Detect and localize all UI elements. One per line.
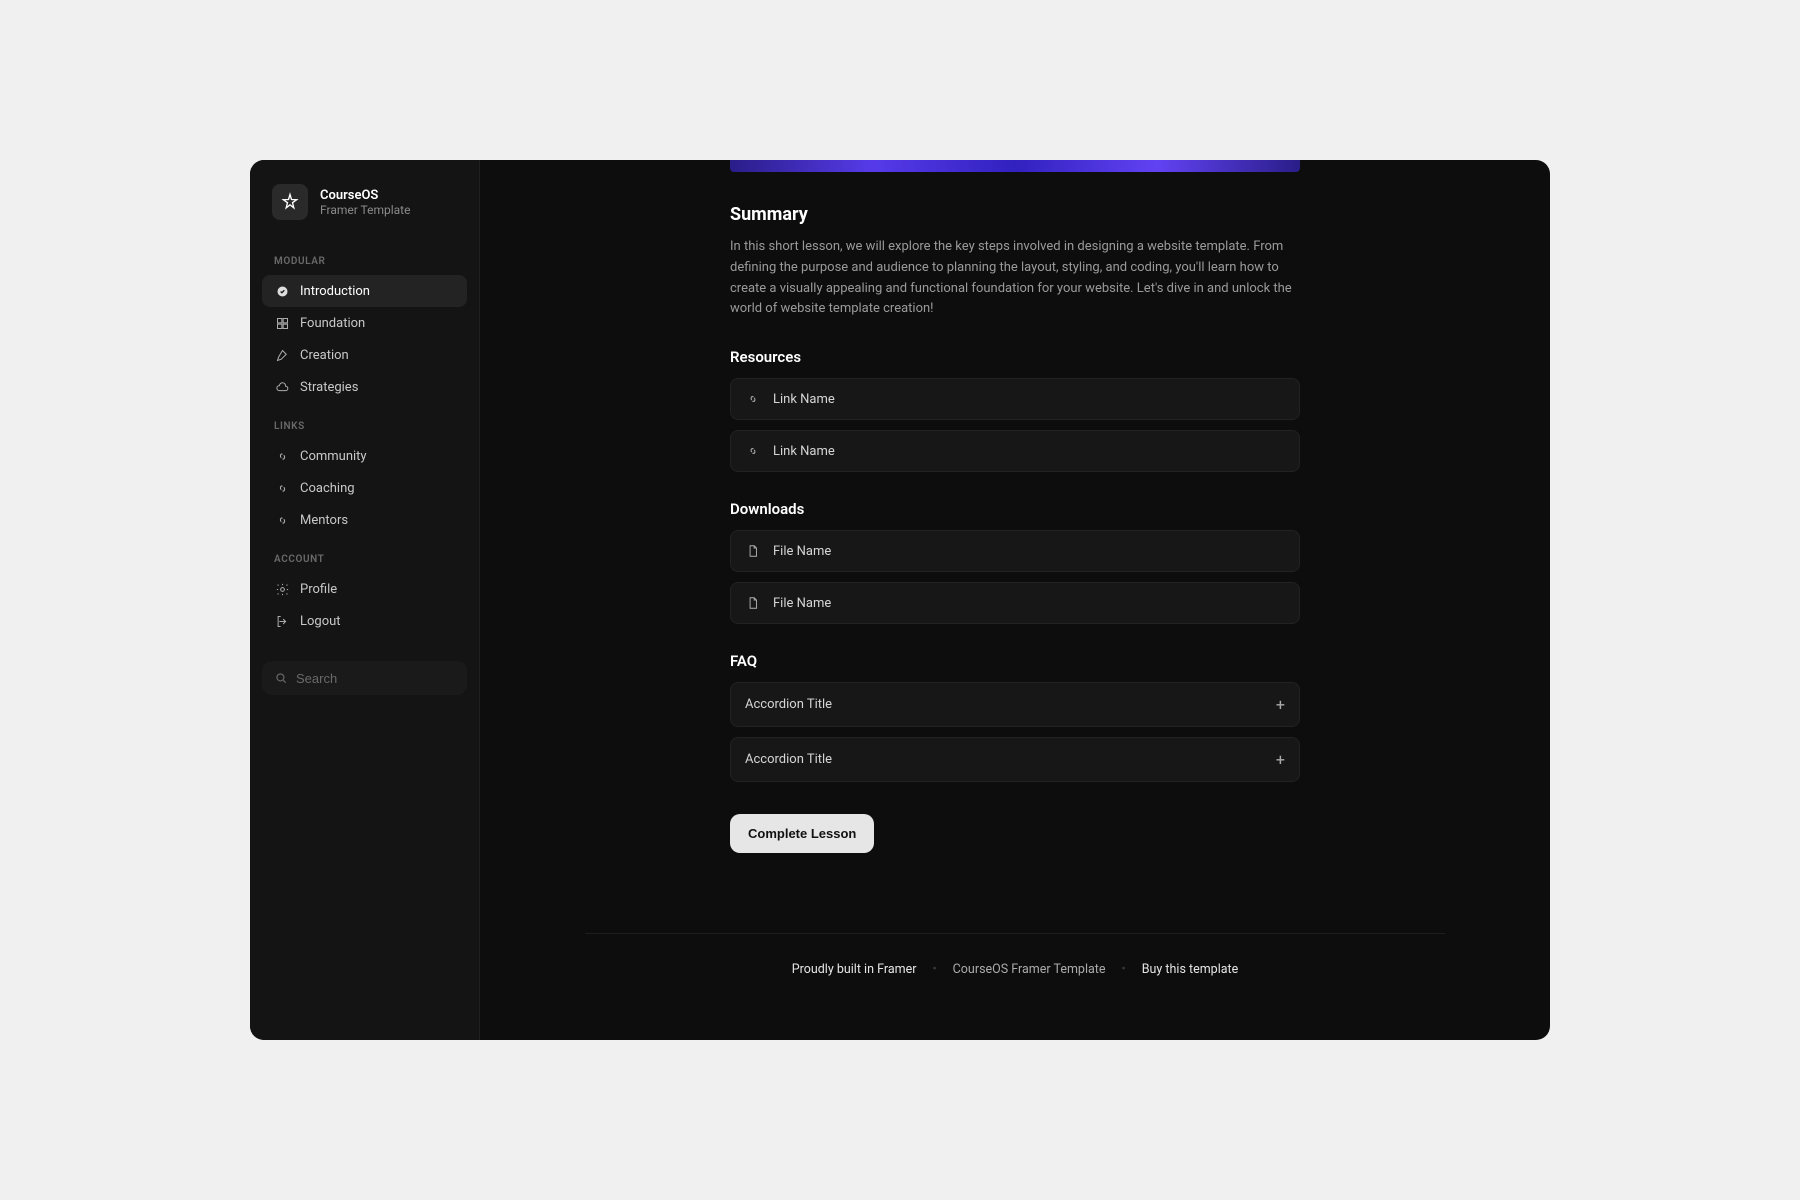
link-icon [274,512,290,528]
brand: CourseOS Framer Template [262,184,467,238]
check-circle-icon [274,283,290,299]
footer-built-link[interactable]: Proudly built in Framer [792,962,917,977]
search-input[interactable] [296,671,472,686]
summary-heading: Summary [730,204,1300,225]
sidebar: CourseOS Framer Template MODULAR Introdu… [250,160,480,1040]
lesson-content: Summary In this short lesson, we will ex… [730,172,1300,853]
download-file[interactable]: File Name [730,530,1300,572]
sidebar-item-label: Coaching [300,481,355,496]
cloud-icon [274,379,290,395]
download-label: File Name [773,544,831,559]
sidebar-item-creation[interactable]: Creation [262,339,467,371]
sidebar-item-label: Creation [300,348,349,363]
link-icon [274,480,290,496]
footer-separator: • [1122,962,1126,977]
sidebar-item-community[interactable]: Community [262,440,467,472]
file-icon [745,543,761,559]
faq-accordion[interactable]: Accordion Title + [730,737,1300,782]
section-label-links: LINKS [262,403,467,440]
sidebar-item-coaching[interactable]: Coaching [262,472,467,504]
resource-label: Link Name [773,392,835,407]
search-box[interactable] [262,661,467,695]
resources-heading: Resources [730,348,1300,366]
summary-body: In this short lesson, we will explore th… [730,237,1300,320]
plus-icon: + [1276,750,1285,769]
faq-label: Accordion Title [745,697,832,712]
download-file[interactable]: File Name [730,582,1300,624]
link-icon [274,448,290,464]
file-icon [745,595,761,611]
footer-separator: • [932,962,936,977]
sidebar-item-label: Strategies [300,380,358,395]
brand-logo-icon [272,184,308,220]
faq-heading: FAQ [730,652,1300,670]
faq-label: Accordion Title [745,752,832,767]
footer: Proudly built in Framer • CourseOS Frame… [585,933,1445,997]
main: Summary In this short lesson, we will ex… [480,160,1550,1040]
resource-link[interactable]: Link Name [730,430,1300,472]
grid-icon [274,315,290,331]
download-label: File Name [773,596,831,611]
sidebar-item-logout[interactable]: Logout [262,605,467,637]
sidebar-item-introduction[interactable]: Introduction [262,275,467,307]
faq-accordion[interactable]: Accordion Title + [730,682,1300,727]
brand-title: CourseOS [320,188,410,203]
sidebar-item-profile[interactable]: Profile [262,573,467,605]
hero-image [730,160,1300,172]
gear-icon [274,581,290,597]
section-label-account: ACCOUNT [262,536,467,573]
link-icon [745,391,761,407]
resource-link[interactable]: Link Name [730,378,1300,420]
footer-template-link[interactable]: CourseOS Framer Template [953,962,1106,977]
plus-icon: + [1276,695,1285,714]
sidebar-item-label: Introduction [300,284,370,299]
brand-subtitle: Framer Template [320,203,410,217]
sidebar-item-label: Logout [300,614,341,629]
section-label-modular: MODULAR [262,238,467,275]
sidebar-item-label: Profile [300,582,337,597]
logout-icon [274,613,290,629]
link-icon [745,443,761,459]
complete-lesson-button[interactable]: Complete Lesson [730,814,874,853]
footer-buy-link[interactable]: Buy this template [1142,962,1239,977]
sidebar-item-mentors[interactable]: Mentors [262,504,467,536]
resource-label: Link Name [773,444,835,459]
search-icon [274,670,288,686]
sidebar-item-strategies[interactable]: Strategies [262,371,467,403]
downloads-heading: Downloads [730,500,1300,518]
app-window: CourseOS Framer Template MODULAR Introdu… [250,160,1550,1040]
sidebar-item-label: Mentors [300,513,348,528]
sidebar-item-label: Community [300,449,367,464]
pen-icon [274,347,290,363]
sidebar-item-foundation[interactable]: Foundation [262,307,467,339]
sidebar-item-label: Foundation [300,316,365,331]
